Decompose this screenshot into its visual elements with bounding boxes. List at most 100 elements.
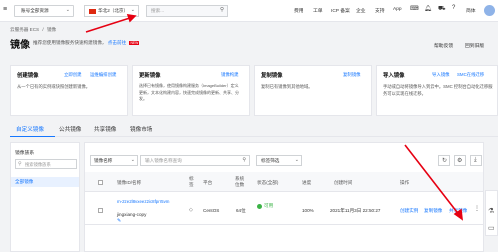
tag-icon[interactable]: ◇	[189, 207, 193, 213]
search-icon: ⚲	[18, 161, 22, 167]
breadcrumb: 云服务器 ECS / 镜像	[10, 27, 56, 33]
back-to-old-version-link[interactable]: 回到旧版	[465, 42, 484, 49]
avatar[interactable]	[484, 5, 495, 16]
chevron-down-icon: ⌄	[130, 7, 135, 13]
image-type-tabs: 自定义镜像 公共镜像 共享镜像 镜像市场	[10, 123, 498, 137]
sidebar-item-label: 全部镜像	[15, 179, 34, 184]
help-icon[interactable]: ?	[452, 5, 455, 11]
column-header-progress: 进度	[302, 180, 312, 185]
resource-group-label: 账号全部资源	[21, 8, 49, 13]
card-title: 创建镜像	[17, 73, 39, 79]
topbar-link-enterprise[interactable]: 企业	[356, 7, 366, 14]
column-header-created: 创建时间	[334, 180, 353, 185]
bits-value: 64位	[236, 208, 246, 213]
sidebar-item-all-images[interactable]: 全部镜像	[11, 177, 79, 187]
update-image-card: 更新镜像 镜像构建 选择已有镜像，使用镜像构建服务（ImageBuilder）定…	[132, 65, 250, 116]
more-actions-icon[interactable]: ⋮	[474, 205, 480, 212]
create-instance-link[interactable]: 创建实例	[400, 208, 418, 214]
status-ok-icon	[257, 204, 262, 209]
sidebar-title: 镜像族系	[15, 151, 35, 156]
flask-icon[interactable]: ⚗	[488, 207, 494, 215]
card-title: 复制镜像	[261, 73, 283, 79]
help-feedback-link[interactable]: 帮助反馈	[434, 42, 453, 49]
import-image-link[interactable]: 导入镜像	[432, 72, 450, 78]
flag-icon	[89, 9, 96, 14]
chat-icon[interactable]: ▭	[488, 224, 495, 232]
tab-shared-images[interactable]: 共享镜像	[94, 125, 116, 133]
bell-icon[interactable]: 🔔︎	[424, 5, 432, 12]
chevron-down-icon: ⌄	[65, 7, 70, 13]
ops-orchestration-create-link[interactable]: 运维编排创建	[90, 72, 116, 78]
created-time-value: 2021年11月3日 22:50:27	[330, 208, 381, 213]
tag-filter-select[interactable]: 标签筛选 ⌄	[256, 155, 302, 166]
filter-field-label: 镜像名称	[94, 158, 113, 163]
gear-icon: ⚙	[457, 158, 463, 164]
card-description: 从一个已有的实例或快照创建新镜像。	[17, 84, 91, 89]
smc-migration-link[interactable]: SMC在线迁移	[457, 72, 484, 78]
topbar-link-fees[interactable]: 费用	[294, 7, 304, 14]
status-badge: 可用	[264, 203, 274, 208]
terminal-icon[interactable]: ⌨	[410, 5, 419, 12]
edit-icon[interactable]: ✎	[117, 218, 121, 224]
column-header-actions: 操作	[400, 180, 410, 185]
breadcrumb-root[interactable]: 云服务器 ECS	[10, 27, 39, 32]
tab-custom-images[interactable]: 自定义镜像	[16, 125, 44, 133]
search-placeholder: 输入镜像名称查询	[145, 158, 182, 163]
create-image-card: 创建镜像 立即创建 运维编排创建 从一个已有的实例或快照创建新镜像。	[10, 65, 128, 116]
region-selector[interactable]: 华北2（北京） ⌄	[84, 5, 139, 17]
share-image-link[interactable]: 共享镜像	[449, 208, 467, 214]
search-placeholder: 搜索...	[151, 8, 165, 13]
new-badge: NEW	[129, 41, 140, 45]
chevron-down-icon: ⌄	[294, 157, 299, 163]
card-title: 导入镜像	[383, 73, 405, 79]
breadcrumb-current: 镜像	[46, 27, 57, 32]
image-family-sidebar: 镜像族系 ⚲ 搜索镜像族系 全部镜像	[10, 142, 80, 252]
settings-button[interactable]: ⚙	[454, 155, 466, 166]
image-family-search-input[interactable]: ⚲ 搜索镜像族系	[15, 159, 77, 169]
copy-image-link[interactable]: 复制镜像	[343, 72, 361, 78]
create-now-link[interactable]: 立即创建	[64, 72, 82, 78]
table-header-row	[85, 172, 483, 192]
column-header-bits: 系统位数	[235, 176, 245, 187]
column-header-platform: 平台	[203, 180, 213, 185]
language-label[interactable]: 简体	[466, 7, 476, 14]
select-all-checkbox[interactable]	[98, 180, 103, 185]
image-name-search-input[interactable]: 输入镜像名称查询 ⚲	[140, 155, 250, 166]
global-search-input[interactable]: 搜索... ⚲	[146, 5, 228, 17]
subtitle-link[interactable]: 点击前往	[108, 40, 126, 45]
region-label: 华北2（北京）	[98, 8, 129, 13]
tag-filter-label: 标签筛选	[261, 158, 280, 163]
column-header-status[interactable]: 状态(全部)	[257, 180, 278, 186]
search-icon[interactable]: ⚲	[220, 7, 224, 13]
subtitle-text: 推荐您使用镜像服务快速构建镜像，	[33, 40, 107, 45]
resource-group-selector[interactable]: 账号全部资源 ⌄	[14, 5, 74, 17]
search-icon[interactable]: ⚲	[242, 157, 246, 163]
filter-field-select[interactable]: 镜像名称 ⌄	[90, 155, 138, 166]
top-navigation-bar: ≡ 账号全部资源 ⌄ 华北2（北京） ⌄ 搜索... ⚲ 费用 工单 ICP 备…	[0, 0, 498, 22]
tab-public-images[interactable]: 公共镜像	[59, 125, 81, 133]
import-image-card: 导入镜像 导入镜像 SMC在线迁移 手动或自动将镜像导入到云中。SMC 控制台自…	[376, 65, 498, 116]
topbar-link-app[interactable]: App	[393, 7, 402, 12]
active-tab-indicator	[10, 136, 55, 137]
image-name: jingxiang-copy	[117, 212, 147, 217]
cart-icon[interactable]: ⛟	[438, 5, 446, 13]
download-icon: ⤓	[474, 157, 477, 163]
column-header-tags: 标签	[189, 176, 194, 187]
topbar-link-icp[interactable]: ICP 备案	[331, 7, 350, 14]
image-build-link[interactable]: 镜像构建	[221, 72, 239, 78]
image-id-link[interactable]: m-2ze2l8vxeez2ic8fprr5vm	[117, 199, 175, 205]
card-description: 复制已有镜像到其他地域。	[261, 84, 313, 89]
download-button[interactable]: ⤓	[470, 155, 482, 166]
menu-icon[interactable]: ≡	[3, 6, 7, 13]
column-header-image-id: 镜像ID/名称	[117, 180, 142, 185]
copy-image-link[interactable]: 复制镜像	[424, 208, 442, 214]
refresh-icon: ↻	[442, 158, 448, 164]
platform-value: CentOS	[203, 208, 220, 213]
topbar-link-tickets[interactable]: 工单	[313, 7, 323, 14]
topbar-link-support[interactable]: 支持	[375, 7, 385, 14]
page-subtitle: 推荐您使用镜像服务快速构建镜像， 点击前往 NEW	[33, 40, 140, 46]
row-checkbox[interactable]	[98, 208, 103, 213]
refresh-button[interactable]: ↻	[438, 155, 450, 166]
page-title: 镜像	[10, 40, 30, 51]
tab-marketplace-images[interactable]: 镜像市场	[130, 125, 152, 133]
